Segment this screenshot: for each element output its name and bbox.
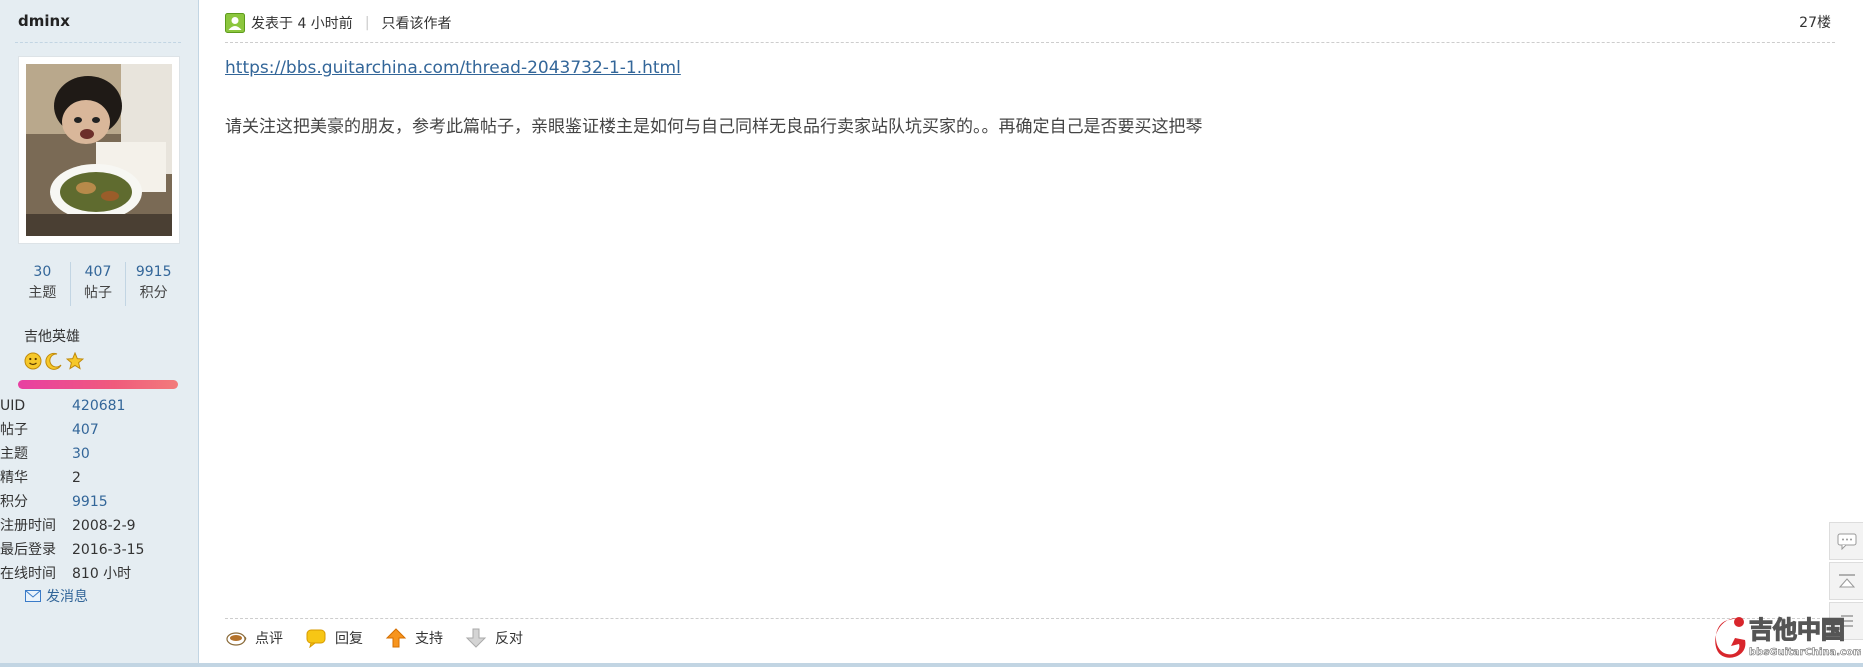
- float-comment-button[interactable]: [1829, 522, 1863, 560]
- profile-value[interactable]: 30: [72, 442, 90, 466]
- site-watermark-logo: 吉他中国 bbsGuitarChina.com: [1715, 615, 1861, 658]
- meta-separator: |: [364, 15, 370, 31]
- profile-value: 2008-2-9: [72, 518, 136, 534]
- comment-cup-icon: [226, 632, 247, 646]
- rank-progress-bar: [18, 380, 178, 389]
- oppose-label: 反对: [495, 631, 523, 647]
- profile-key: UID: [0, 398, 26, 414]
- post-meta: 发表于 4 小时前 | 只看该作者: [225, 12, 452, 34]
- profile-value[interactable]: 407: [72, 418, 99, 442]
- support-label: 支持: [415, 631, 443, 647]
- stat-credits[interactable]: 9915 积分: [125, 262, 181, 306]
- moon-icon: [45, 352, 62, 370]
- profile-row-last-login: 最后登录 2016-3-15: [0, 538, 190, 562]
- arrow-down-icon: [465, 628, 487, 648]
- avatar-photo: [26, 64, 172, 236]
- meta-divider: [225, 42, 1835, 43]
- comment-button[interactable]: 点评: [225, 628, 283, 648]
- stat-threads[interactable]: 30 主题: [15, 262, 70, 306]
- arrow-up-icon: [385, 628, 407, 648]
- stat-value: 9915: [135, 264, 172, 280]
- page-bottom-border: [0, 663, 1863, 667]
- profile-key: 最后登录: [0, 542, 56, 558]
- posted-time: 发表于 4 小时前: [251, 16, 353, 32]
- profile-row-online-time: 在线时间 810 小时: [0, 562, 190, 586]
- profile-details: UID 420681 帖子 407 主题 30 精华 2 积分 9915 注册时…: [0, 394, 190, 586]
- post-body-text: 请关注这把美豪的朋友，参考此篇帖子，亲眼鉴证楼主是如何与自己同样无良品行卖家站队…: [225, 117, 1203, 137]
- send-message-label: 发消息: [46, 589, 88, 605]
- online-user-icon: [225, 13, 245, 33]
- profile-key: 积分: [0, 494, 28, 510]
- profile-value[interactable]: 9915: [72, 490, 108, 514]
- profile-value[interactable]: 420681: [72, 394, 125, 418]
- author-sidebar: dminx 30 主题 407 帖子 9915 积分 吉他英雄 UID 4206…: [0, 0, 199, 663]
- post-content-area: 发表于 4 小时前 | 只看该作者 27楼 https://bbs.guitar…: [199, 0, 1863, 663]
- watermark-cn-text: 吉他中国: [1749, 616, 1845, 644]
- profile-key: 主题: [0, 446, 28, 462]
- actions-divider: [225, 618, 1835, 619]
- profile-key: 精华: [0, 470, 28, 486]
- profile-row-registered: 注册时间 2008-2-9: [0, 514, 190, 538]
- author-stats: 30 主题 407 帖子 9915 积分: [15, 262, 181, 306]
- reply-label: 回复: [335, 631, 363, 647]
- stat-label: 帖子: [84, 285, 112, 301]
- chat-icon: [1837, 533, 1856, 550]
- only-author-link[interactable]: 只看该作者: [382, 13, 452, 33]
- profile-value: 2016-3-15: [72, 542, 145, 558]
- profile-row-threads: 主题 30: [0, 442, 190, 466]
- profile-row-posts: 帖子 407: [0, 418, 190, 442]
- profile-key: 在线时间: [0, 566, 56, 582]
- author-username[interactable]: dminx: [18, 12, 70, 30]
- reply-button[interactable]: 回复: [305, 628, 363, 648]
- profile-key: 注册时间: [0, 518, 56, 534]
- rank-icons: [24, 352, 84, 370]
- stat-value: 30: [33, 264, 52, 280]
- send-message-link[interactable]: 发消息: [25, 586, 88, 606]
- stat-label: 积分: [139, 285, 168, 301]
- watermark-en-text: bbsGuitarChina.com: [1749, 647, 1861, 658]
- post-actions: 点评 回复 支持 反对: [225, 628, 533, 648]
- profile-row-digest: 精华 2: [0, 466, 190, 490]
- stat-label: 主题: [28, 285, 57, 301]
- speech-bubble-icon: [306, 629, 326, 648]
- float-top-button[interactable]: [1829, 562, 1863, 600]
- star-icon: [66, 352, 84, 370]
- post-thread-link[interactable]: https://bbs.guitarchina.com/thread-20437…: [225, 58, 681, 78]
- profile-row-uid: UID 420681: [0, 394, 190, 418]
- floor-number[interactable]: 27楼: [1799, 12, 1831, 32]
- stat-value: 407: [84, 264, 112, 280]
- avatar[interactable]: [18, 56, 180, 244]
- oppose-button[interactable]: 反对: [465, 628, 523, 648]
- comment-label: 点评: [255, 631, 283, 647]
- rank-title[interactable]: 吉他英雄: [24, 326, 80, 346]
- profile-value: 810 小时: [72, 566, 132, 582]
- profile-row-credits: 积分 9915: [0, 490, 190, 514]
- support-button[interactable]: 支持: [385, 628, 443, 648]
- stat-posts[interactable]: 407 帖子: [69, 262, 126, 306]
- back-to-top-icon: [1838, 574, 1855, 588]
- username-divider: [15, 42, 181, 43]
- profile-value: 2: [72, 470, 81, 486]
- profile-key: 帖子: [0, 422, 28, 438]
- envelope-icon: [25, 590, 41, 602]
- smiley-icon: [24, 352, 42, 370]
